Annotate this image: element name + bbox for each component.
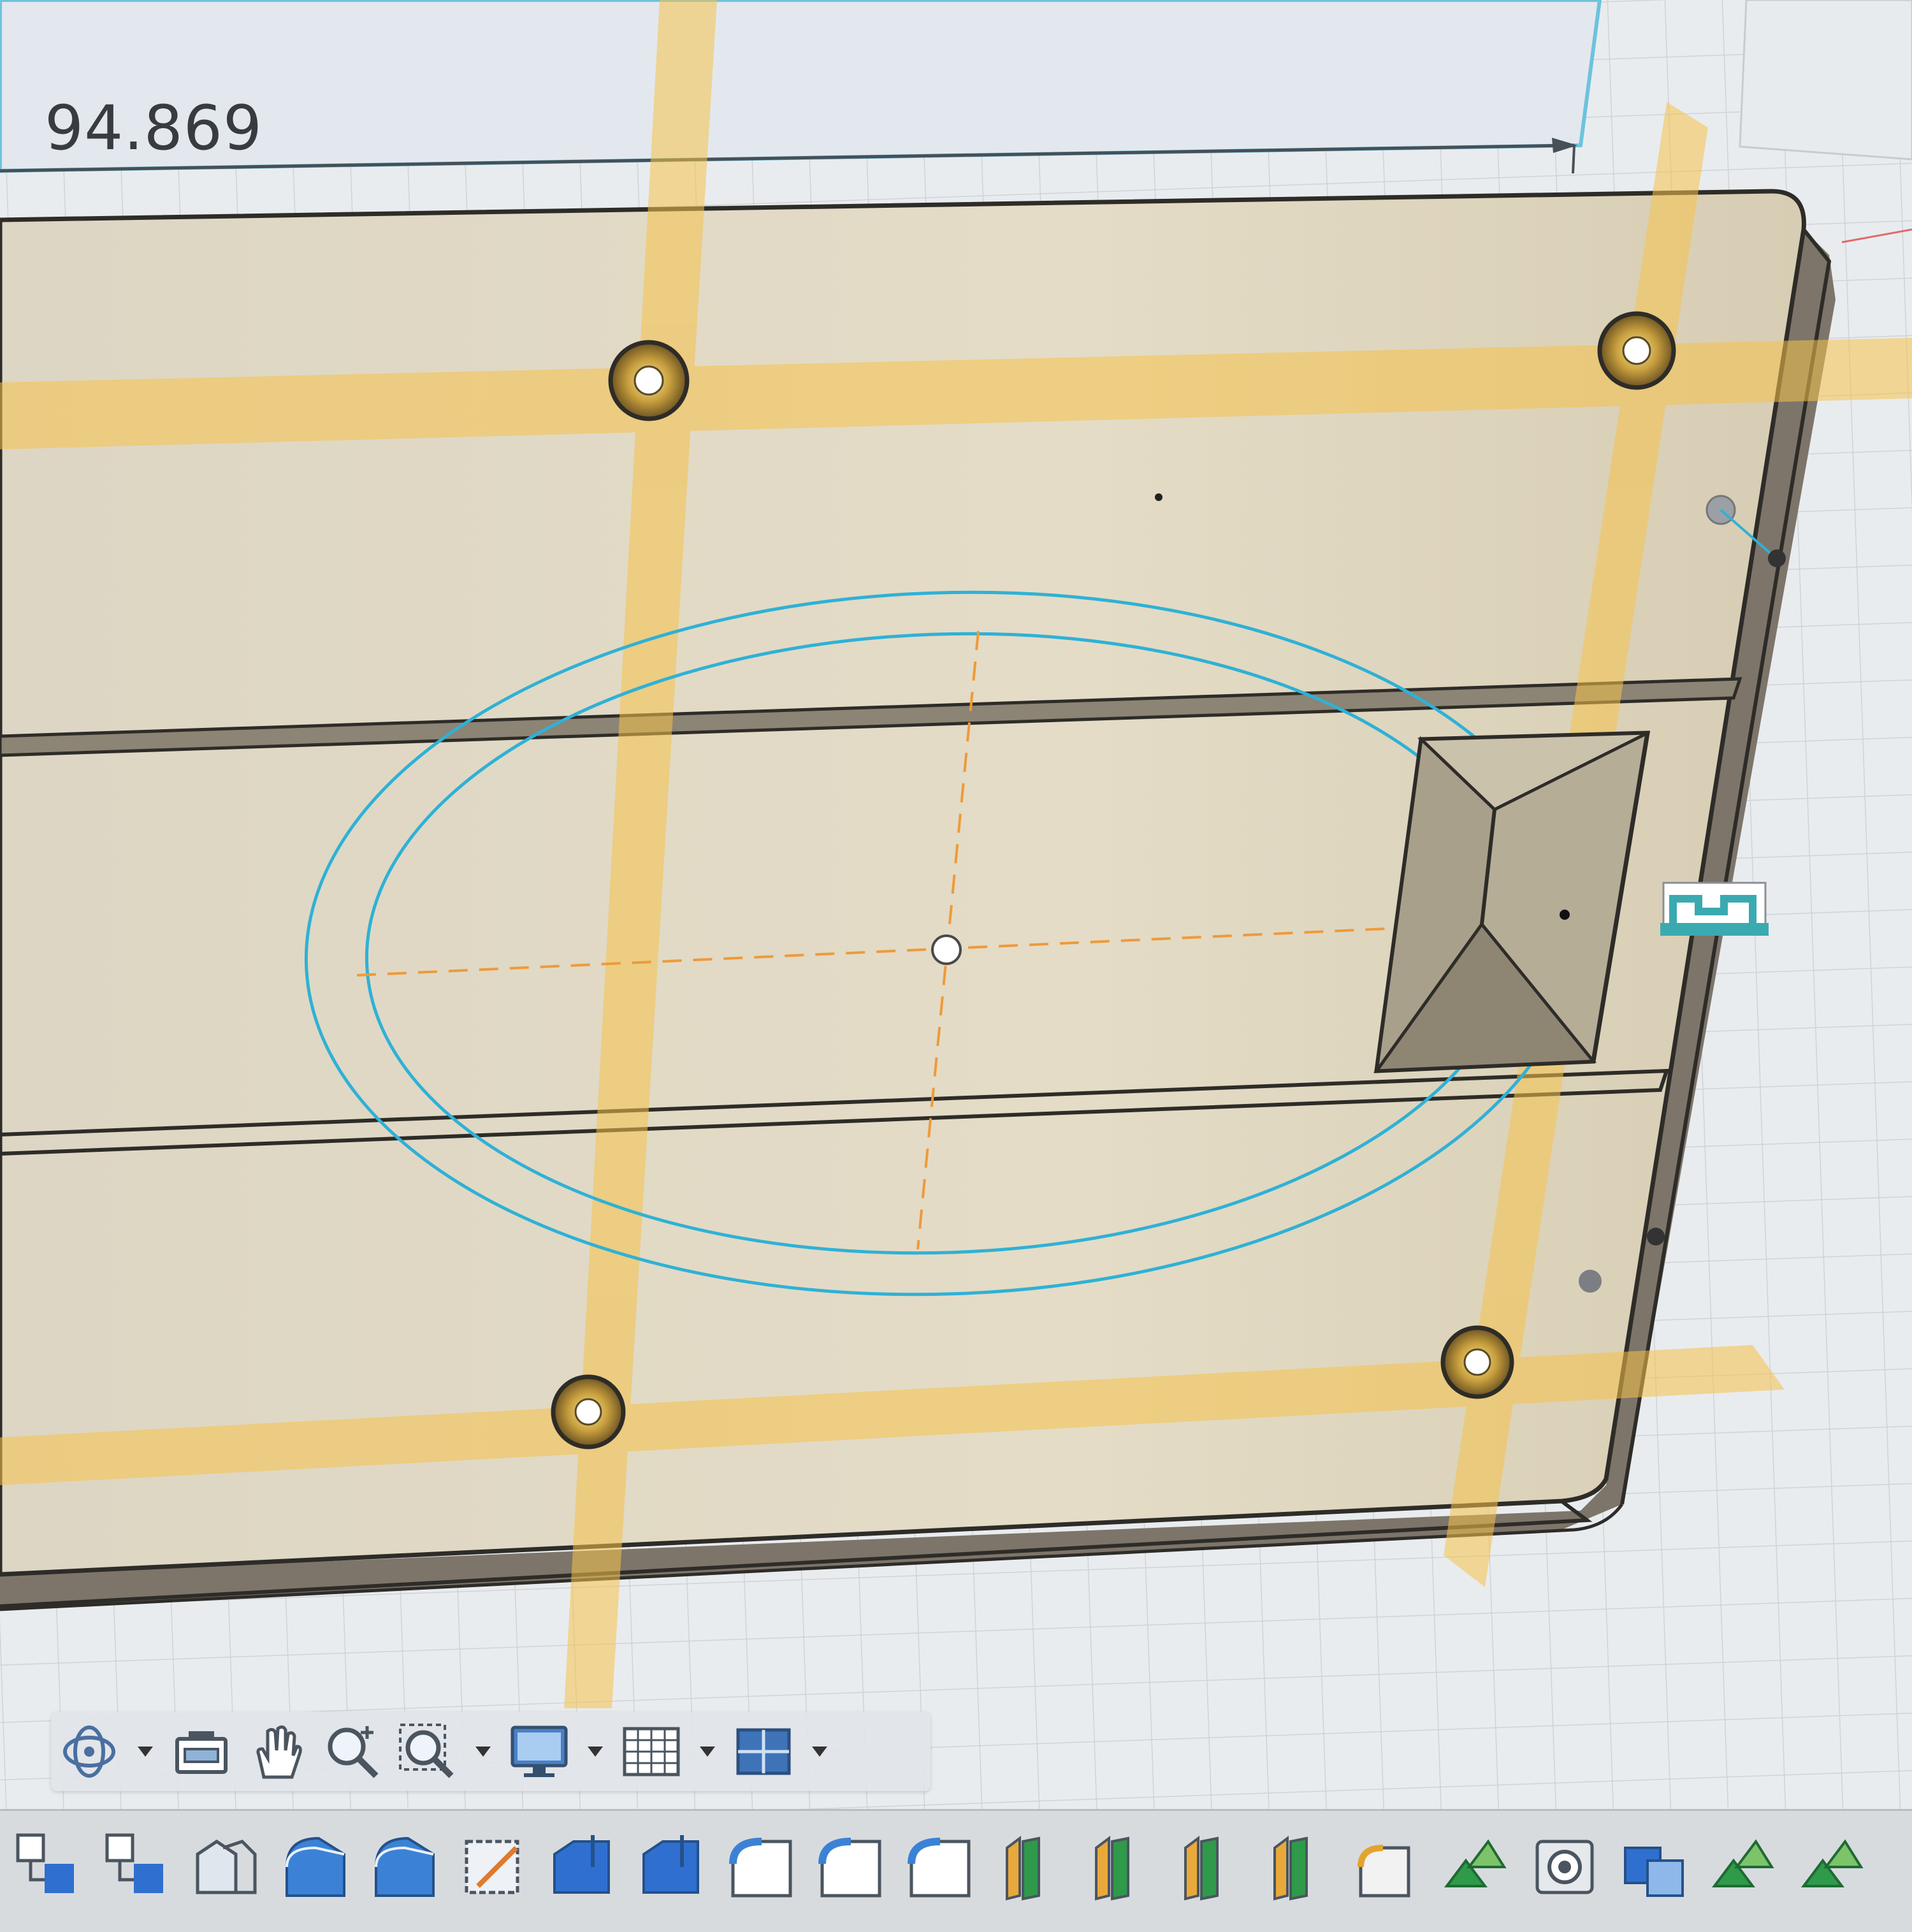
mounting-hole[interactable]	[1440, 1325, 1514, 1399]
timeline-item-extrude[interactable]	[637, 1829, 707, 1905]
grid-snaps-button[interactable]	[619, 1717, 683, 1787]
sketch-icon	[465, 1840, 519, 1894]
plane-icon	[1095, 1836, 1129, 1901]
viewports-button[interactable]	[732, 1717, 795, 1787]
mounting-hole[interactable]	[1597, 311, 1676, 390]
constraint-glyph[interactable]	[1660, 882, 1769, 936]
fillet-icon	[908, 1838, 971, 1898]
pattern-icon	[1444, 1839, 1507, 1887]
fit-button[interactable]	[395, 1717, 459, 1787]
viewports-icon	[736, 1728, 791, 1775]
plane-icon	[1273, 1836, 1308, 1901]
timeline-item-fillet[interactable]	[727, 1829, 797, 1905]
caret-down-icon	[812, 1746, 827, 1757]
look-at-button[interactable]	[170, 1717, 233, 1787]
timeline-item-sketch[interactable]	[459, 1829, 529, 1905]
mounting-hole[interactable]	[551, 1374, 626, 1449]
component-icon	[16, 1833, 74, 1893]
fit-dropdown[interactable]	[470, 1717, 496, 1787]
caret-down-icon	[138, 1746, 153, 1757]
caret-down-icon	[475, 1746, 491, 1757]
pan-hand-icon	[256, 1725, 302, 1778]
hole-icon	[1535, 1840, 1594, 1894]
grid-snaps-dropdown[interactable]	[695, 1717, 720, 1787]
viewports-dropdown[interactable]	[807, 1717, 832, 1787]
fillet-icon	[818, 1838, 881, 1898]
pan-button[interactable]	[245, 1717, 308, 1787]
timeline-item-fillet[interactable]	[1351, 1829, 1421, 1905]
timeline-item-pattern[interactable]	[1440, 1829, 1510, 1905]
extrude-icon	[375, 1836, 435, 1897]
timeline-item-component[interactable]	[102, 1829, 172, 1905]
timeline-item-sketch[interactable]	[191, 1829, 261, 1905]
orbit-icon	[63, 1725, 115, 1778]
component-icon	[105, 1833, 163, 1893]
sketch-center-point[interactable]	[931, 934, 962, 965]
extrude-icon	[642, 1835, 699, 1894]
timeline-item-component[interactable]	[13, 1829, 83, 1905]
plane-icon	[1184, 1836, 1219, 1901]
fillet-icon	[729, 1838, 792, 1898]
timeline-item-extrude[interactable]	[280, 1829, 351, 1905]
display-settings-icon	[511, 1725, 568, 1777]
timeline-item-pattern[interactable]	[1797, 1829, 1867, 1905]
zoom-button[interactable]	[320, 1717, 384, 1787]
mounting-hole[interactable]	[608, 340, 690, 421]
design-viewport[interactable]	[0, 0, 1912, 1912]
timeline-item-plane[interactable]	[1173, 1829, 1243, 1905]
orbit-button[interactable]	[57, 1717, 121, 1787]
plane-icon	[1006, 1836, 1040, 1901]
fit-zoom-window-icon	[399, 1723, 454, 1778]
timeline-item-plane[interactable]	[1262, 1829, 1332, 1905]
timeline-item-extrude[interactable]	[548, 1829, 618, 1905]
timeline-item-extrude[interactable]	[370, 1829, 440, 1905]
navigation-toolbar	[51, 1711, 931, 1791]
fillet-icon	[1358, 1845, 1410, 1898]
timeline-item-combine[interactable]	[1619, 1829, 1689, 1905]
zoom-icon	[328, 1725, 379, 1778]
extrude-icon	[553, 1835, 610, 1894]
caret-down-icon	[588, 1746, 603, 1757]
timeline-item-plane[interactable]	[1083, 1829, 1154, 1905]
display-settings-button[interactable]	[507, 1717, 571, 1787]
timeline-item-pattern[interactable]	[1708, 1829, 1778, 1905]
orbit-dropdown[interactable]	[133, 1717, 158, 1787]
sketch-icon	[196, 1839, 257, 1894]
look-at-icon	[175, 1731, 228, 1774]
timeline-item-hole[interactable]	[1530, 1829, 1600, 1905]
display-settings-dropdown[interactable]	[583, 1717, 608, 1787]
timeline-item-plane[interactable]	[994, 1829, 1064, 1905]
extrude-icon	[286, 1836, 345, 1897]
combine-icon	[1624, 1847, 1684, 1897]
caret-down-icon	[700, 1746, 715, 1757]
feature-timeline	[0, 1809, 1912, 1932]
timeline-item-fillet[interactable]	[905, 1829, 975, 1905]
grid-snaps-icon	[623, 1727, 680, 1776]
dimension-value[interactable]: 94.869	[45, 92, 263, 164]
pattern-icon	[1801, 1839, 1864, 1887]
pattern-icon	[1712, 1839, 1774, 1887]
timeline-item-fillet[interactable]	[816, 1829, 886, 1905]
